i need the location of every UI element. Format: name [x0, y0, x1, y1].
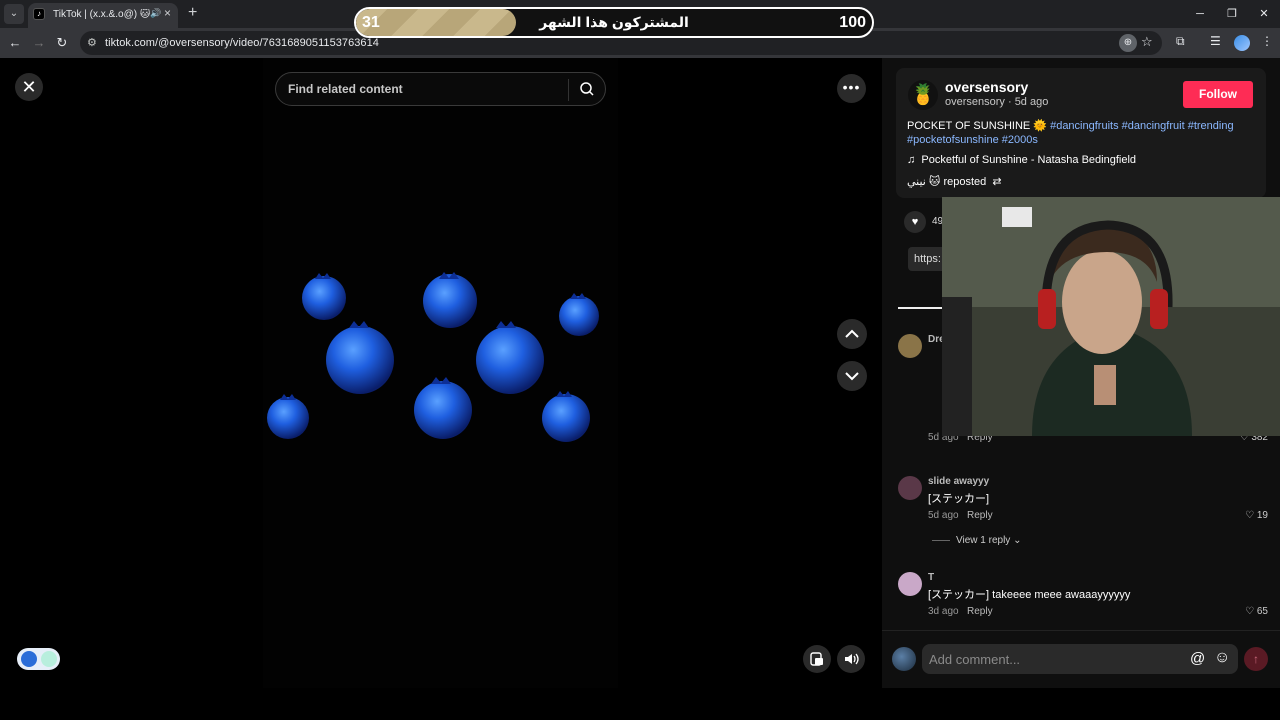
post-description: POCKET OF SUNSHINE 🌞 #dancingfruits #dan… — [907, 119, 1252, 147]
video-player[interactable] — [263, 58, 618, 688]
volume-button[interactable] — [837, 645, 865, 673]
comment-text: [ステッカー] — [928, 493, 990, 505]
description-text: POCKET OF SUNSHINE 🌞 — [907, 120, 1051, 132]
hashtag[interactable]: #dancingfruit — [1122, 120, 1185, 132]
subscriber-goal-label: المشتركون هذا الشهر — [539, 14, 689, 30]
related-search-placeholder: Find related content — [288, 82, 403, 96]
like-row: ♥ 49 — [904, 211, 943, 233]
floating-player-button[interactable] — [803, 645, 831, 673]
comment-time: 5d ago — [928, 510, 959, 521]
related-search-input[interactable]: Find related content — [275, 72, 606, 106]
repost-icon: ⇄ — [992, 176, 1002, 188]
comment-avatar[interactable] — [898, 572, 922, 596]
post-info-card: 🍍 oversensory oversensory · 5d ago Follo… — [896, 68, 1266, 198]
extension-power-icon[interactable] — [41, 651, 57, 667]
next-video-button[interactable] — [837, 361, 867, 391]
hashtag[interactable]: #2000s — [1002, 134, 1038, 146]
reload-icon[interactable]: ↻ — [53, 34, 71, 52]
comment-reply-button[interactable]: Reply — [967, 606, 993, 617]
bookmark-star-icon[interactable]: ☆ — [1141, 34, 1153, 50]
chevron-up-icon — [845, 329, 859, 338]
webcam-feed — [942, 197, 1280, 436]
subscriber-goal-bar: 31 المشتركون هذا الشهر 100 — [354, 7, 874, 38]
close-video-icon[interactable]: ✕ — [15, 73, 43, 101]
repost-user[interactable]: نيني 🐱 — [907, 176, 940, 188]
extension-widget[interactable] — [17, 648, 60, 670]
blueberries-video-frame — [267, 272, 599, 442]
music-row[interactable]: ♫ Pocketful of Sunshine - Natasha Beding… — [907, 154, 1136, 166]
repost-row: نيني 🐱 reposted ⇄ — [907, 175, 1002, 188]
repost-label: reposted — [943, 176, 987, 188]
comment-like-count: 65 — [1256, 606, 1268, 617]
chevron-down-icon — [845, 372, 859, 381]
window-close-icon[interactable]: ✕ — [1248, 0, 1280, 28]
speaker-icon[interactable]: 🔊 — [150, 8, 161, 19]
current-user-avatar[interactable] — [892, 647, 916, 671]
blueberry-cluster — [267, 272, 599, 442]
window-controls: ─ ❐ ✕ — [1184, 0, 1280, 28]
previous-video-button[interactable] — [837, 319, 867, 349]
reading-list-icon[interactable]: ☰ — [1210, 34, 1221, 48]
author-avatar-pineapple-icon[interactable]: 🍍 — [908, 80, 938, 110]
tab-search-icon[interactable]: ⌄ — [4, 4, 24, 24]
post-comment-arrow-icon[interactable]: ↑ — [1244, 647, 1268, 671]
site-info-icon[interactable]: ⚙ — [87, 36, 97, 49]
minimize-icon[interactable]: ─ — [1184, 0, 1216, 28]
extension-play-icon[interactable] — [21, 651, 37, 667]
active-tab[interactable]: ♪ TikTok | (x.x.&.o@) 🐱 نيني 🔊 × — [28, 3, 178, 28]
comment-username[interactable]: slide awayyy — [928, 476, 989, 487]
url-text[interactable]: tiktok.com/@oversensory/video/7631689051… — [105, 37, 379, 49]
extensions-icon[interactable]: ⧉ — [1176, 34, 1185, 49]
comment-item: T [ステッカー] takeeee meee awaaayyyyyy 3d ag… — [898, 572, 1268, 620]
hashtag[interactable]: #pocketofsunshine — [907, 134, 999, 146]
tab-close-icon[interactable]: × — [164, 6, 171, 20]
comment-username[interactable]: T — [928, 572, 934, 583]
author-name[interactable]: oversensory — [945, 79, 1028, 95]
chevron-down-icon: ⌄ — [1013, 535, 1022, 546]
new-tab-plus-icon[interactable]: + — [188, 4, 197, 22]
replies-divider — [932, 539, 950, 541]
author-meta: oversensory · 5d ago — [945, 96, 1049, 108]
comment-input[interactable]: Add comment... @ ☺ — [922, 644, 1238, 674]
picture-in-picture-icon — [810, 652, 823, 666]
back-arrow-icon[interactable]: ← — [6, 34, 24, 52]
volume-icon — [845, 653, 859, 665]
comment-reply-button[interactable]: Reply — [967, 510, 993, 521]
comment-likes[interactable]: ♡ 19 — [1245, 510, 1268, 521]
view-replies-button[interactable]: View 1 reply ⌄ — [932, 535, 1021, 546]
emoji-icon[interactable]: ☺ — [1214, 649, 1230, 667]
comment-placeholder: Add comment... — [929, 652, 1021, 667]
view-replies-label: View 1 reply — [956, 535, 1011, 546]
comment-text: [ステッカー] takeeee meee awaaayyyyyy — [928, 589, 1131, 601]
tiktok-favicon-icon: ♪ — [33, 8, 45, 20]
heart-icon[interactable]: ♥ — [904, 211, 926, 233]
webcam-overlay — [942, 197, 1280, 436]
more-options-icon[interactable]: ••• — [837, 74, 866, 103]
zoom-icon[interactable]: ⊕ — [1119, 34, 1137, 52]
comment-bar: Add comment... @ ☺ ↑ — [882, 630, 1280, 688]
search-icon[interactable] — [579, 81, 595, 97]
music-note-icon: ♫ — [907, 154, 916, 166]
mention-at-icon[interactable]: @ — [1190, 650, 1205, 667]
restore-icon[interactable]: ❐ — [1216, 0, 1248, 28]
profile-avatar[interactable] — [1234, 35, 1250, 51]
comment-avatar[interactable] — [898, 334, 922, 358]
forward-arrow-icon[interactable]: → — [30, 34, 48, 52]
music-title[interactable]: Pocketful of Sunshine - Natasha Bedingfi… — [921, 154, 1136, 166]
comment-likes[interactable]: ♡ 65 — [1245, 606, 1268, 617]
comment-item: slide awayyy [ステッカー] 5d ago Reply ♡ 19 — [898, 476, 1268, 524]
search-divider — [568, 79, 569, 101]
video-stage: ✕ Find related content ••• — [0, 58, 882, 688]
comment-avatar[interactable] — [898, 476, 922, 500]
hashtag[interactable]: #dancingfruits — [1050, 120, 1119, 132]
comment-time: 3d ago — [928, 606, 959, 617]
follow-button[interactable]: Follow — [1183, 81, 1253, 108]
bottom-strip — [0, 688, 1280, 720]
hashtag[interactable]: #trending — [1188, 120, 1234, 132]
subscriber-goal: 100 — [839, 14, 866, 31]
browser-menu-icon[interactable]: ⋮ — [1261, 34, 1273, 48]
comment-like-count: 19 — [1256, 510, 1268, 521]
tab-title: TikTok | (x.x.&.o@) 🐱 نيني — [53, 9, 153, 20]
